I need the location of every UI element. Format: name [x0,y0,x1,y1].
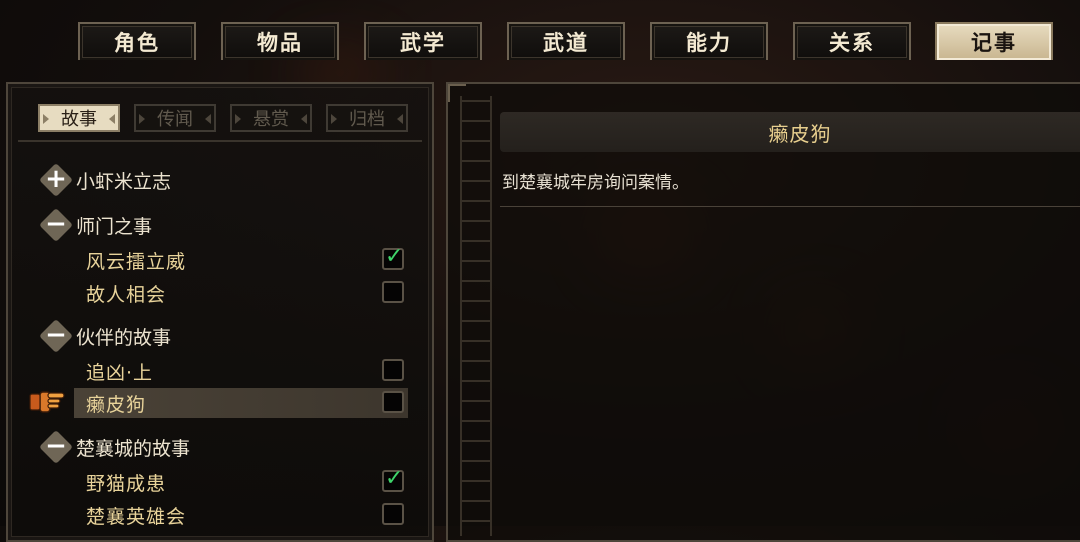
minus-icon[interactable]: − [38,207,74,243]
quest-group[interactable]: − 伙伴的故事 [38,318,171,354]
quest-group[interactable]: − 师门之事 [38,207,152,243]
completion-checkbox: ✓ [382,466,404,492]
quest-group-label: 伙伴的故事 [76,326,172,349]
tab-character[interactable]: 角色 [78,22,196,60]
plus-icon[interactable]: + [38,162,74,198]
quest-group-label: 师门之事 [76,215,153,238]
quest-detail-title: 癞皮狗 [500,112,1080,152]
minus-icon[interactable]: − [38,318,74,354]
sub-tab-bounties[interactable]: 悬赏 [230,104,312,132]
quest-group-label: 楚襄城的故事 [76,437,191,460]
sub-tab-archive[interactable]: 归档 [326,104,408,132]
quest-item-selected[interactable]: 癞皮狗 [74,388,408,418]
quest-label: 追凶·上 [86,361,154,384]
sub-tab-rumors[interactable]: 传闻 [134,104,216,132]
quest-label: 野猫成患 [86,472,167,495]
quest-group[interactable]: − 楚襄城的故事 [38,429,190,465]
check-icon: ✓ [385,466,404,491]
completion-checkbox [382,281,404,303]
tab-martial-path[interactable]: 武道 [507,22,625,60]
minus-icon[interactable]: − [38,429,74,465]
completion-checkbox [382,391,404,413]
quest-label: 癞皮狗 [86,393,147,416]
quest-list-panel: 故事 传闻 悬赏 归档 + 小虾米立志 − 师门之事 风云擂立威 ✓ 故人相会 [6,82,434,542]
tab-items[interactable]: 物品 [221,22,339,60]
tab-abilities[interactable]: 能力 [650,22,768,60]
tab-martial-arts[interactable]: 武学 [364,22,482,60]
quest-item[interactable]: 野猫成患 ✓ [74,466,408,497]
divider [18,140,422,142]
quest-detail-panel: 癞皮狗 到楚襄城牢房询问案情。 [446,82,1080,542]
quest-label: 风云擂立威 [86,250,187,273]
tab-relations[interactable]: 关系 [793,22,911,60]
quest-group-label: 小虾米立志 [76,170,172,193]
quest-group[interactable]: + 小虾米立志 [38,162,171,198]
completion-checkbox: ✓ [382,244,404,270]
quest-detail-description: 到楚襄城牢房询问案情。 [502,173,689,193]
completion-checkbox [382,359,404,381]
main-tab-bar: 角色 物品 武学 武道 能力 关系 记事 [0,20,1080,64]
divider [500,206,1080,207]
pointing-hand-icon [29,391,65,413]
completion-checkbox [382,503,404,525]
journal-sub-tabs: 故事 传闻 悬赏 归档 [38,104,410,134]
quest-item[interactable]: 追凶·上 [74,356,408,386]
quest-item[interactable]: 风云擂立威 ✓ [74,244,408,275]
check-icon: ✓ [385,244,404,269]
border-ornament [460,96,492,536]
sub-tab-stories[interactable]: 故事 [38,104,120,132]
quest-label: 楚襄英雄会 [86,505,187,528]
tab-journal[interactable]: 记事 [935,22,1053,60]
quest-item[interactable]: 故人相会 [74,278,408,308]
quest-label: 故人相会 [86,283,167,306]
